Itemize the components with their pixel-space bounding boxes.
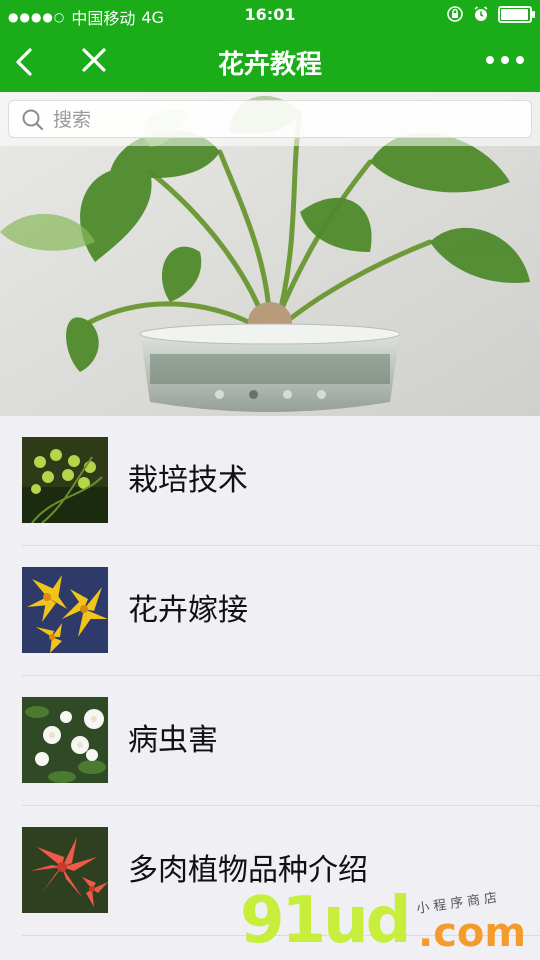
white-gardenia-thumbnail — [22, 697, 108, 783]
red-lily-thumbnail — [22, 827, 108, 913]
watermark-domain: .com — [418, 910, 527, 956]
list-item[interactable]: 栽培技术 — [0, 416, 540, 546]
search-icon — [22, 109, 44, 131]
more-button[interactable] — [480, 42, 530, 82]
battery-icon — [498, 5, 535, 23]
carousel-dot[interactable] — [282, 390, 292, 399]
more-dots-icon — [486, 56, 524, 64]
carousel-indicators — [0, 390, 540, 399]
list-item-label: 病虫害 — [128, 723, 218, 758]
alarm-icon — [474, 6, 488, 21]
orientation-lock-icon — [447, 6, 463, 22]
status-right — [446, 5, 535, 23]
watermark-logo: 91ud 小程序商店 .com — [240, 880, 530, 960]
carousel-dot-active[interactable] — [248, 390, 258, 399]
carousel-dot[interactable] — [214, 390, 224, 399]
search-input[interactable] — [51, 101, 515, 139]
nav-bar: 花卉教程 — [0, 30, 540, 92]
list-item-label: 栽培技术 — [128, 463, 248, 498]
page-title: 花卉教程 — [217, 50, 322, 80]
category-list: 栽培技术 花卉嫁接 病虫害 多肉植物品种介绍 — [0, 416, 540, 936]
watermark-brand: 91ud — [240, 884, 411, 958]
search-box[interactable] — [8, 100, 532, 139]
yellow-lily-thumbnail — [22, 567, 108, 653]
list-item-label: 花卉嫁接 — [128, 593, 248, 628]
carousel-dot[interactable] — [316, 390, 326, 399]
status-bar: ●●●●○ 中国移动 4G 16:01 — [0, 0, 540, 30]
list-item[interactable]: 花卉嫁接 — [0, 546, 540, 676]
green-orchid-thumbnail — [22, 437, 108, 523]
list-item[interactable]: 病虫害 — [0, 676, 540, 806]
search-bar — [0, 92, 540, 146]
